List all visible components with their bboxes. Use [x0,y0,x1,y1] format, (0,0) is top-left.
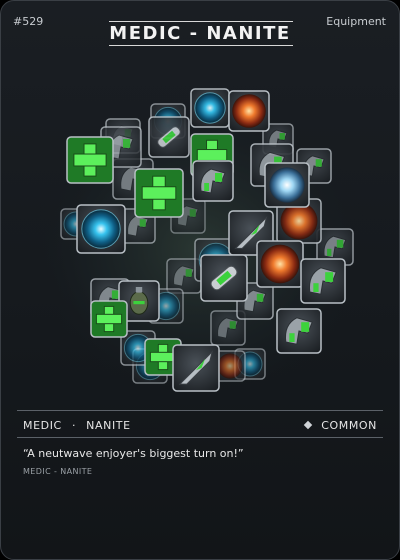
title-rule-bottom [109,45,293,46]
footer-divider-bottom [17,437,383,438]
dart-icon [172,344,220,392]
rarity-label: COMMON [321,419,377,432]
card-title: MEDIC - NANITE [109,23,291,44]
nanite-orb-icon [76,204,126,254]
subcategory-label: NANITE [86,419,131,432]
card-artwork [1,49,399,409]
category-label: MEDIC [23,419,62,432]
card-subtitle: MEDIC - NANITE [23,467,93,476]
fire-orb-icon [256,240,304,288]
stim-injector-icon [148,116,190,158]
flavor-text: “A neutwave enjoyer's biggest turn on!” [23,447,244,460]
category-separator: · [71,419,77,432]
equipment-card: #529 Equipment MEDIC - NANITE MEDIC · NA… [0,0,400,560]
nanite-orb-icon [190,88,230,128]
title-rule-top [109,21,293,22]
item-collage [30,88,370,399]
fire-orb-icon [228,90,270,132]
armor-helmet-icon [276,308,322,354]
stim-injector-icon [200,254,248,302]
armor-helmet-icon [300,258,346,304]
medkit-cross-icon [90,300,128,338]
rarity-badge: COMMON [303,419,377,432]
medkit-cross-icon [66,136,114,184]
diamond-icon [303,420,313,430]
footer-divider-top [17,410,383,411]
medkit-cross-icon [134,168,184,218]
card-category-line: MEDIC · NANITE [23,419,131,432]
crystal-orb-icon [264,162,310,208]
armor-helmet-icon [192,160,234,202]
